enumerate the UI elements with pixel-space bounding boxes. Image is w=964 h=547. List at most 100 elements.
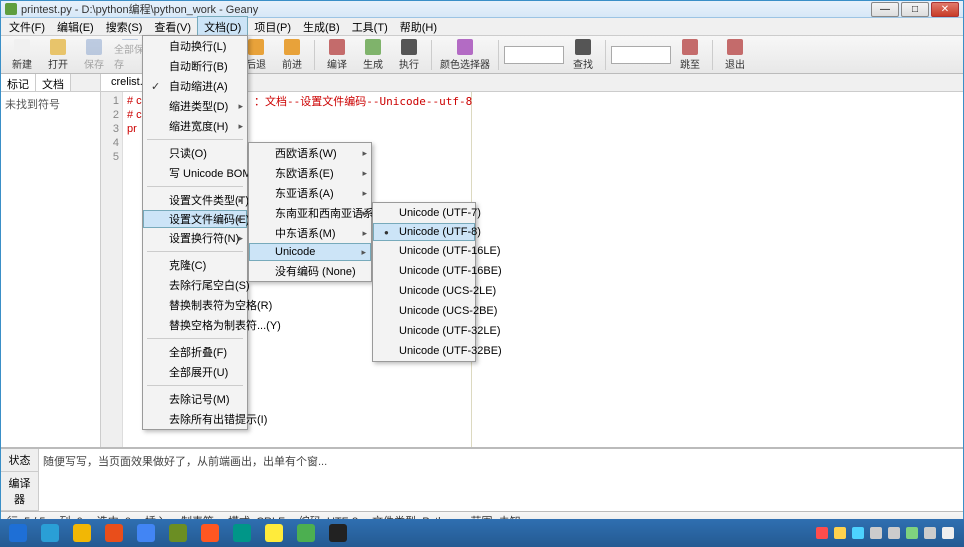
menu-item[interactable]: 全部折叠(F)	[143, 342, 247, 362]
taskbar[interactable]	[0, 519, 964, 547]
menu-item[interactable]: 中东语系(M)	[249, 223, 371, 243]
tray-icon[interactable]	[906, 527, 918, 539]
menu-item[interactable]: Unicode (UTF-16LE)	[373, 241, 475, 261]
close-button[interactable]: ✕	[931, 2, 959, 17]
toolbar-input[interactable]	[611, 46, 671, 64]
menu-item[interactable]: 全部展开(U)	[143, 362, 247, 382]
menu-item[interactable]: 东欧语系(E)	[249, 163, 371, 183]
menu-7[interactable]: 工具(T)	[346, 17, 394, 37]
toolbar-查找[interactable]: 查找	[566, 38, 600, 72]
taskbar-app-icon[interactable]	[132, 522, 160, 544]
toolbar-跳至[interactable]: 跳至	[673, 38, 707, 72]
toolbar-label: 后退	[246, 56, 266, 71]
taskbar-app-icon[interactable]	[228, 522, 256, 544]
tray-icon[interactable]	[888, 527, 900, 539]
menu-item[interactable]: 写 Unicode BOM (W)	[143, 163, 247, 183]
taskbar-app-icon[interactable]	[68, 522, 96, 544]
taskbar-app-icon[interactable]	[324, 522, 352, 544]
menu-item[interactable]: 去除所有出错提示(I)	[143, 409, 247, 429]
bottom-tabs[interactable]: 状态编译器信息	[1, 449, 39, 511]
menu-3[interactable]: 查看(V)	[148, 17, 197, 37]
menu-6[interactable]: 生成(B)	[297, 17, 346, 37]
toolbar-颜色选择器[interactable]: 颜色选择器	[437, 38, 493, 72]
打开-icon	[50, 39, 66, 55]
minimize-button[interactable]: —	[871, 2, 899, 17]
颜色选择器-icon	[457, 39, 473, 55]
menu-item[interactable]: 自动缩进(A)	[143, 76, 247, 96]
menu-item[interactable]: Unicode (UTF-32LE)	[373, 321, 475, 341]
menu-unicode[interactable]: Unicode (UTF-7)Unicode (UTF-8)Unicode (U…	[372, 202, 476, 362]
menu-item[interactable]: 自动换行(L)	[143, 36, 247, 56]
menu-item[interactable]: 替换空格为制表符...(Y)	[143, 315, 247, 335]
toolbar-保存[interactable]: 保存	[77, 38, 111, 72]
sidebar: 标记文档 未找到符号	[1, 74, 101, 447]
line-number: 2	[101, 108, 119, 122]
menu-item[interactable]: 没有编码 (None)	[249, 261, 371, 281]
menu-item[interactable]: Unicode	[249, 243, 371, 261]
menu-item[interactable]: 缩进宽度(H)	[143, 116, 247, 136]
menu-item[interactable]: 去除行尾空白(S)	[143, 275, 247, 295]
menu-item[interactable]: Unicode (UTF-16BE)	[373, 261, 475, 281]
menu-item[interactable]: 东亚语系(A)	[249, 183, 371, 203]
taskbar-app-icon[interactable]	[36, 522, 64, 544]
sidebar-tab-文档[interactable]: 文档	[36, 74, 71, 91]
window-title: printest.py - D:\python编程\python_work - …	[21, 1, 869, 17]
menu-5[interactable]: 项目(P)	[248, 17, 297, 37]
maximize-button[interactable]: □	[901, 2, 929, 17]
tray-icon[interactable]	[942, 527, 954, 539]
menu-item[interactable]: Unicode (UTF-7)	[373, 203, 475, 223]
menu-8[interactable]: 帮助(H)	[394, 17, 443, 37]
taskbar-app-icon[interactable]	[292, 522, 320, 544]
toolbar-生成[interactable]: 生成	[356, 38, 390, 72]
tray-icon[interactable]	[870, 527, 882, 539]
menu-item[interactable]: 西欧语系(W)	[249, 143, 371, 163]
tray-icon[interactable]	[852, 527, 864, 539]
taskbar-app-icon[interactable]	[260, 522, 288, 544]
menu-document[interactable]: 自动换行(L)自动断行(B)自动缩进(A)缩进类型(D)缩进宽度(H) 只读(O)…	[142, 35, 248, 430]
menu-item[interactable]: Unicode (UTF-8)	[373, 223, 475, 241]
toolbar-退出[interactable]: 退出	[718, 38, 752, 72]
sidebar-tab-标记[interactable]: 标记	[1, 74, 36, 91]
app-icon	[201, 524, 219, 542]
toolbar-新建[interactable]: 新建	[5, 38, 39, 72]
menu-item[interactable]: 去除记号(M)	[143, 389, 247, 409]
toolbar-label: 新建	[12, 56, 32, 71]
menu-item[interactable]: 克隆(C)	[143, 255, 247, 275]
toolbar-编译[interactable]: 编译	[320, 38, 354, 72]
taskbar-app-icon[interactable]	[196, 522, 224, 544]
taskbar-app-icon[interactable]	[164, 522, 192, 544]
toolbar-label: 编译	[327, 56, 347, 71]
menu-encoding-groups[interactable]: 西欧语系(W)东欧语系(E)东亚语系(A)东南亚和西南亚语系(S)中东语系(M)…	[248, 142, 372, 282]
toolbar-打开[interactable]: 打开	[41, 38, 75, 72]
tray-icon[interactable]	[834, 527, 846, 539]
menu-item[interactable]: Unicode (UCS-2BE)	[373, 301, 475, 321]
toolbar-input[interactable]	[504, 46, 564, 64]
app-icon	[265, 524, 283, 542]
menu-1[interactable]: 编辑(E)	[51, 17, 100, 37]
menu-item[interactable]: 东南亚和西南亚语系(S)	[249, 203, 371, 223]
menu-item[interactable]: 缩进类型(D)	[143, 96, 247, 116]
toolbar-执行[interactable]: 执行	[392, 38, 426, 72]
system-tray[interactable]	[816, 527, 960, 539]
toolbar-sep	[314, 40, 315, 70]
menu-item[interactable]: Unicode (UCS-2LE)	[373, 281, 475, 301]
toolbar-label: 保存	[84, 56, 104, 71]
menu-0[interactable]: 文件(F)	[3, 17, 51, 37]
sidebar-tabs[interactable]: 标记文档	[1, 74, 100, 92]
bottom-tab-编译器[interactable]: 编译器	[1, 472, 38, 511]
tray-icon[interactable]	[816, 527, 828, 539]
menu-item[interactable]: Unicode (UTF-32BE)	[373, 341, 475, 361]
toolbar-前进[interactable]: 前进	[275, 38, 309, 72]
menu-item[interactable]: 设置文件类型(T)	[143, 190, 247, 210]
menu-2[interactable]: 搜索(S)	[100, 17, 149, 37]
taskbar-app-icon[interactable]	[4, 522, 32, 544]
taskbar-app-icon[interactable]	[100, 522, 128, 544]
menu-item[interactable]: 自动断行(B)	[143, 56, 247, 76]
menu-item[interactable]: 只读(O)	[143, 143, 247, 163]
menubar[interactable]: 文件(F)编辑(E)搜索(S)查看(V)文档(D)项目(P)生成(B)工具(T)…	[1, 18, 963, 36]
menu-item[interactable]: 设置文件编码(E)	[143, 210, 247, 228]
menu-item[interactable]: 替换制表符为空格(R)	[143, 295, 247, 315]
menu-item[interactable]: 设置换行符(N)	[143, 228, 247, 248]
tray-icon[interactable]	[924, 527, 936, 539]
bottom-tab-状态[interactable]: 状态	[1, 449, 38, 472]
